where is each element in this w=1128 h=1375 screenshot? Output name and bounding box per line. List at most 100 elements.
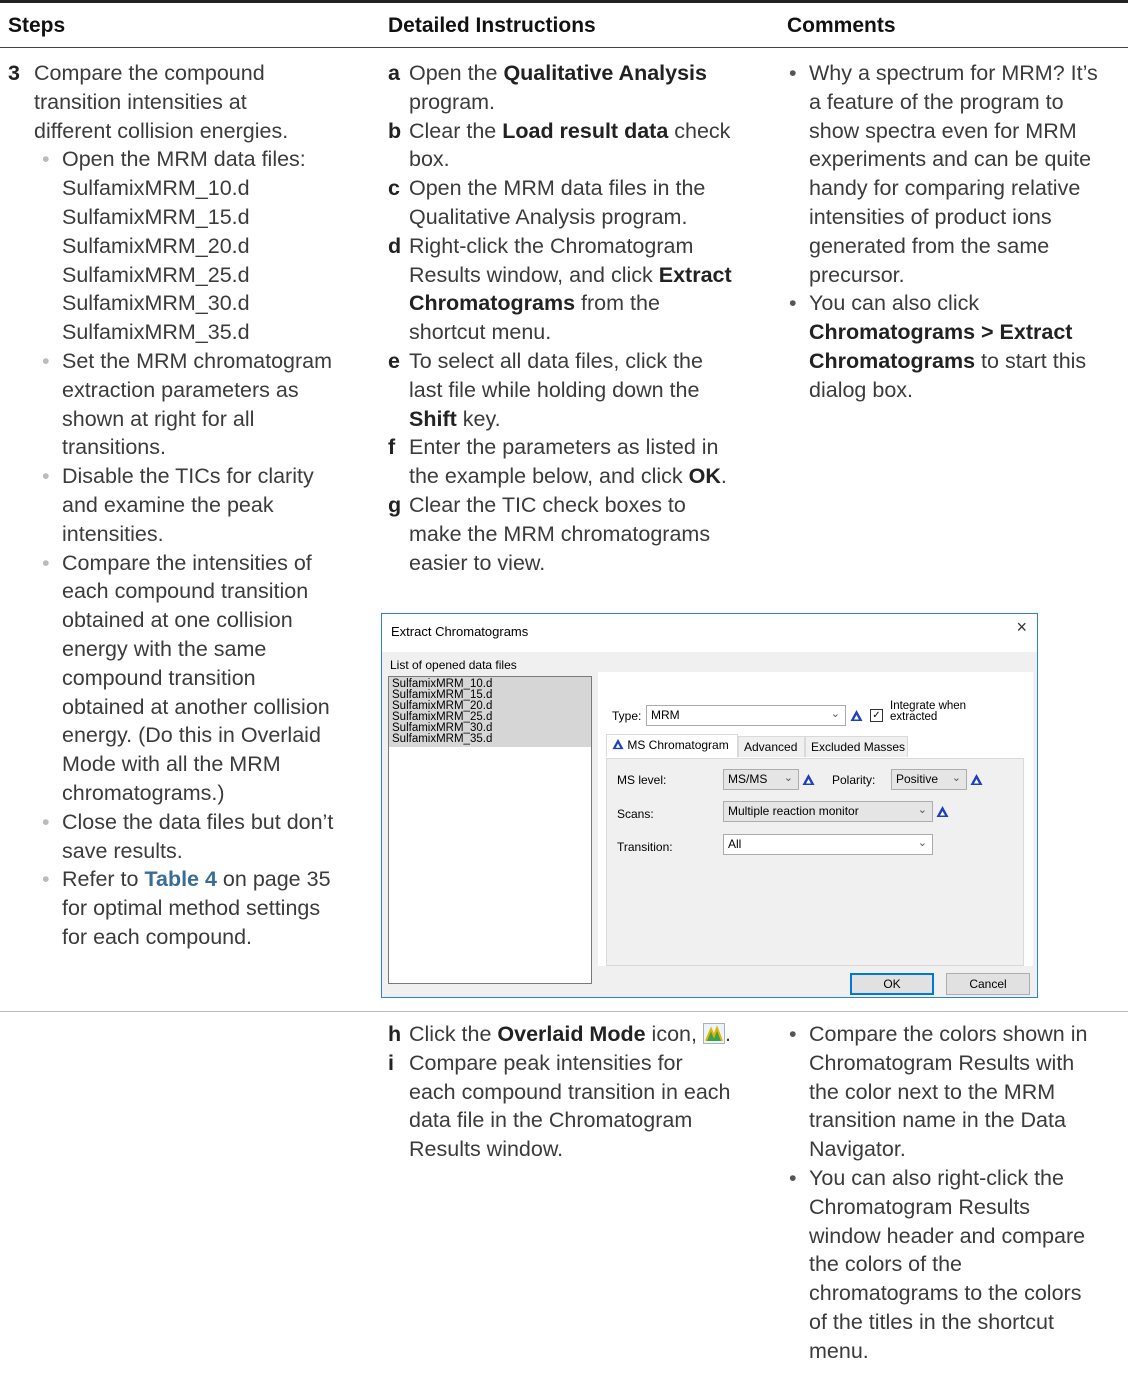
bullet-line: Close the data files but don’t [62,809,334,834]
info-triangle-icon[interactable] [850,709,863,722]
instruction-c: c Open the MRM data files in the Qualita… [388,174,773,232]
instruction-text: check [668,118,731,143]
comment-text: to start this [975,348,1087,373]
instruction-line: easier to view. [409,550,546,575]
chevron-down-icon: ⌄ [917,804,927,816]
instruction-bold: Extract [658,262,732,287]
bullet-line: for optimal method settings [62,896,321,921]
instruction-line: Open the Qualitative Analysis [409,59,773,88]
bullet-line: shown at right for all [62,406,255,431]
table-header: Steps Detailed Instructions Comments [0,0,1128,48]
comment-line: transition name in the Data [809,1108,1066,1133]
bullet-line: energy with the same [62,636,267,661]
instruction-letter: i [388,1050,394,1075]
comment-bold: Chromatograms > Extract [809,320,1073,345]
file-list-item[interactable]: SulfamixMRM_35.d [392,733,588,745]
instruction-text: Results window, and click [409,262,659,287]
instruction-line: box. [409,147,450,172]
ms-level-select[interactable]: MS/MS ⌄ [723,769,799,790]
integrate-checkbox[interactable]: ✓ [870,709,883,722]
instruction-e: e To select all data files, click the la… [388,347,773,434]
overlaid-mode-icon [702,1023,725,1044]
instruction-line: Right-click the Chromatogram [409,233,694,258]
steps-column: 3 Compare the compound transition intens… [8,59,378,952]
comment-item: Why a spectrum for MRM? It’s a feature o… [789,59,1122,289]
comment-line: dialog box. [809,377,913,402]
file-name: SulfamixMRM_25.d [62,262,250,287]
instruction-line: shortcut menu. [409,320,552,345]
comment-line: experiments and can be quite [809,147,1092,172]
info-triangle-icon[interactable] [802,773,815,786]
document-page: Steps Detailed Instructions Comments 3 C… [0,0,1128,1375]
instruction-f: f Enter the parameters as listed in the … [388,433,773,491]
dialog-body: List of opened data files SulfamixMRM_10… [382,652,1037,997]
info-triangle-icon[interactable] [970,773,983,786]
scans-select[interactable]: Multiple reaction monitor ⌄ [723,801,933,822]
instruction-line: program. [409,89,496,114]
tab-excluded-masses[interactable]: Excluded Masses [805,736,908,757]
dialog-title: Extract Chromatograms [391,624,529,639]
tab-label: MS Chromatogram [627,738,729,752]
comment-line: Why a spectrum for MRM? It’s [809,61,1098,85]
file-name: SulfamixMRM_15.d [62,204,250,229]
comment-line: show spectra even for MRM [809,118,1077,143]
instruction-letter: b [388,118,402,143]
file-name: SulfamixMRM_30.d [62,291,250,316]
comment-list: Compare the colors shown in Chromatogram… [787,1020,1122,1366]
file-list[interactable]: SulfamixMRM_10.d SulfamixMRM_15.d Sulfam… [388,676,592,984]
instruction-text: icon, [645,1022,703,1046]
tab-ms-chromatogram[interactable]: MS Chromatogram [606,734,738,757]
instruction-i: i Compare peak intensities for each comp… [388,1049,773,1164]
instruction-line: make the MRM chromatograms [409,521,711,546]
tab-advanced[interactable]: Advanced [738,736,805,757]
bullet-line: extraction parameters as [62,377,299,402]
comment-line: the colors of the [809,1252,962,1277]
close-icon[interactable]: × [1016,618,1027,636]
comment-line: Navigator. [809,1137,906,1162]
comment-line: Compare the colors shown in [809,1022,1088,1046]
instruction-bold: Qualitative Analysis [503,61,707,85]
instruction-list: a Open the Qualitative Analysis program.… [388,59,773,577]
comment-item: Compare the colors shown in Chromatogram… [789,1020,1122,1164]
cancel-button[interactable]: Cancel [946,973,1030,995]
transition-select[interactable]: All ⌄ [723,834,933,855]
type-select[interactable]: MRM ⌄ [646,705,846,726]
file-name: SulfamixMRM_10.d [62,176,250,201]
comment-list: Why a spectrum for MRM? It’s a feature o… [787,59,1122,405]
instruction-letter: a [388,61,400,85]
instruction-line: Results window, and click Extract [409,261,773,290]
instruction-text: . [720,464,727,489]
instruction-line: Qualitative Analysis program. [409,204,688,229]
selected-files: SulfamixMRM_10.d SulfamixMRM_15.d Sulfam… [389,677,591,747]
instruction-text: from the [575,291,660,316]
transition-label: Transition: [617,840,673,854]
comment-line: Chromatogram Results with [809,1050,1075,1075]
table-4-link[interactable]: Table 4 [144,867,217,891]
extract-chromatograms-dialog: Extract Chromatograms × List of opened d… [381,613,1038,998]
comment-line: the color next to the MRM [809,1079,1056,1104]
header-comments: Comments [787,14,896,37]
file-list-label: List of opened data files [390,658,517,672]
chevron-down-icon: ⌄ [783,772,793,784]
bullet-line: each compound transition [62,579,309,604]
polarity-select[interactable]: Positive ⌄ [891,769,967,790]
bullet-line: chromatograms.) [62,780,225,805]
polarity-value: Positive [896,772,939,786]
step-3: 3 Compare the compound transition intens… [8,59,378,952]
info-triangle-icon[interactable] [936,805,949,818]
scans-value: Multiple reaction monitor [728,804,859,818]
step-text-line: different collision energies. [34,118,289,143]
instruction-h: h Click the Overlaid Mode icon, . [388,1020,773,1049]
instruction-bold: Load result data [502,118,669,143]
bullet-line: transitions. [62,435,166,460]
instruction-g: g Clear the TIC check boxes to make the … [388,491,773,577]
bullet-text: Refer to [62,867,145,892]
instruction-line: Shift key. [409,405,773,434]
comment-line: chromatograms to the colors [809,1281,1082,1306]
instruction-line: Clear the TIC check boxes to [409,492,686,517]
bullet-line: Compare the intensities of [62,550,312,575]
instruction-bold: Overlaid Mode [497,1022,646,1046]
comment-line: You can also right-click the [809,1165,1064,1190]
header-steps: Steps [8,14,66,37]
ok-button[interactable]: OK [850,973,934,995]
